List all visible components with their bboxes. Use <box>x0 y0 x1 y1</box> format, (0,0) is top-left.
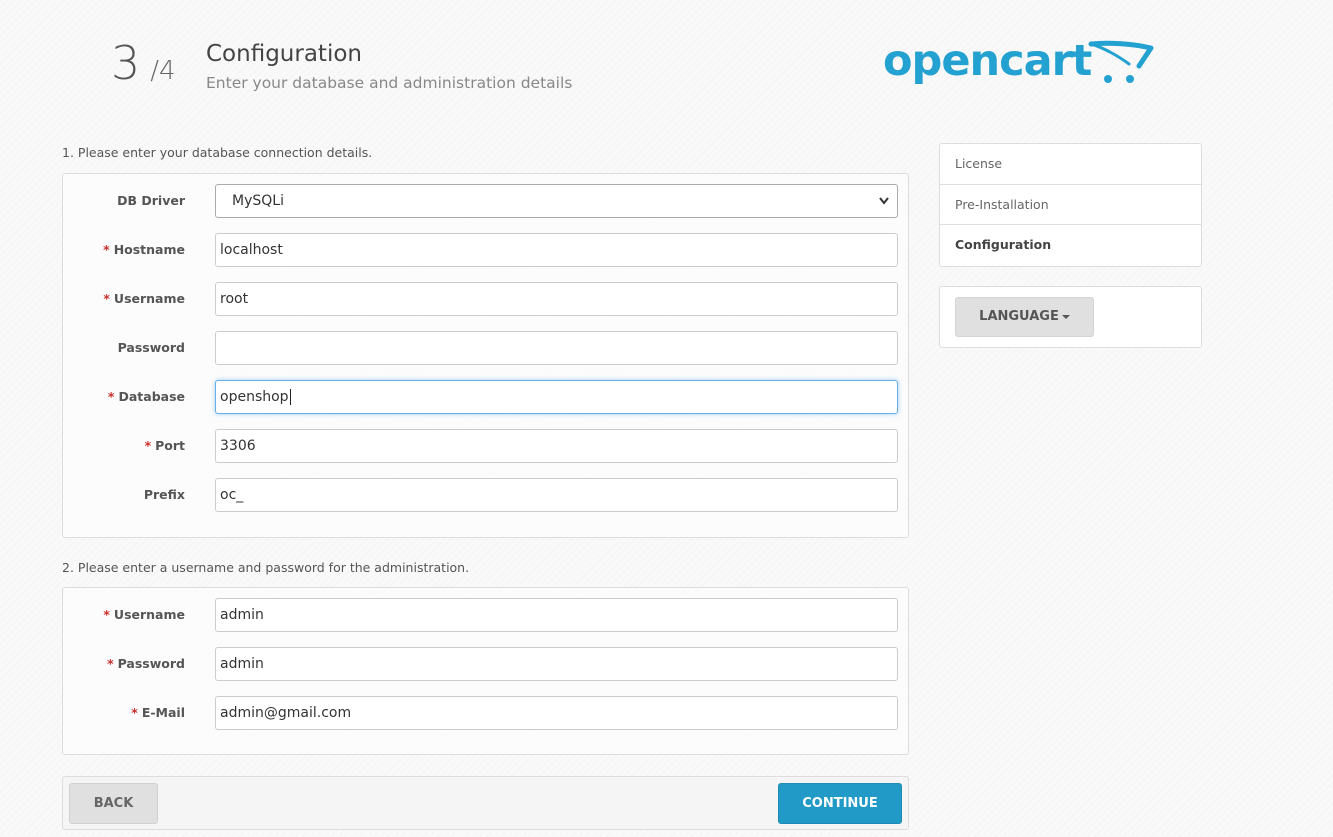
installer-page: 3 /4 Configuration Enter your database a… <box>0 0 1333 837</box>
opencart-logo: opencart <box>883 36 1163 96</box>
install-steps-list: License Pre-Installation Configuration <box>939 143 1202 267</box>
step-license[interactable]: License <box>940 144 1201 185</box>
prefix-label: Prefix <box>143 487 185 502</box>
port-input[interactable]: 3306 <box>215 429 898 463</box>
prefix-input[interactable]: oc_ <box>215 478 898 512</box>
database-row: * Database openshop <box>63 380 908 414</box>
admin-password-label: Password <box>117 656 185 671</box>
caret-down-icon <box>1061 314 1070 319</box>
page-subtitle: Enter your database and administration d… <box>206 73 573 92</box>
database-input[interactable]: openshop <box>215 380 898 414</box>
database-label: Database <box>118 389 185 404</box>
step-total: /4 <box>150 56 176 86</box>
admin-username-label: Username <box>113 607 185 622</box>
admin-username-row: * Username admin <box>63 598 908 632</box>
continue-button[interactable]: CONTINUE <box>778 783 902 824</box>
required-asterisk: * <box>103 291 110 306</box>
required-asterisk: * <box>144 438 152 453</box>
db-password-label: Password <box>117 340 185 355</box>
db-driver-value: MySQLi <box>232 193 284 209</box>
step-pre-installation[interactable]: Pre-Installation <box>940 185 1201 225</box>
port-row: * Port 3306 <box>63 429 908 463</box>
page-heading: Configuration Enter your database and ad… <box>206 41 572 92</box>
hostname-row: * Hostname localhost <box>63 233 908 267</box>
step-configuration[interactable]: Configuration <box>940 225 1201 266</box>
required-asterisk: * <box>107 656 114 671</box>
language-panel: LANGUAGE <box>939 286 1202 348</box>
hostname-input[interactable]: localhost <box>215 233 898 267</box>
admin-username-input[interactable]: admin <box>215 598 898 632</box>
db-password-input[interactable] <box>215 331 898 365</box>
prefix-row: Prefix oc_ <box>63 478 908 512</box>
chevron-down-icon <box>879 185 889 230</box>
admin-fieldset: * Username admin * Password admin * E-Mail … <box>62 587 909 755</box>
db-fieldset: DB Driver MySQLi * Hostname localhost * Us… <box>62 173 909 538</box>
logo-text: opencart <box>883 36 1092 86</box>
step-indicator: 3 /4 <box>111 40 176 86</box>
required-asterisk: * <box>103 607 110 622</box>
button-bar: BACK CONTINUE <box>62 776 909 830</box>
db-driver-row: DB Driver MySQLi <box>63 184 908 218</box>
admin-email-row: * E-Mail admin@gmail.com <box>63 696 908 730</box>
page-title: Configuration <box>206 41 362 67</box>
step-current: 3 <box>111 36 141 90</box>
language-button[interactable]: LANGUAGE <box>955 297 1094 337</box>
admin-password-input[interactable]: admin <box>215 647 898 681</box>
required-asterisk: * <box>107 389 115 404</box>
text-cursor <box>289 389 291 405</box>
database-value: openshop <box>220 389 289 405</box>
admin-password-row: * Password admin <box>63 647 908 681</box>
hostname-label: Hostname <box>113 242 185 257</box>
db-username-label: Username <box>113 291 185 306</box>
db-password-row: Password <box>63 331 908 365</box>
port-label: Port <box>155 438 185 453</box>
admin-email-input[interactable]: admin@gmail.com <box>215 696 898 730</box>
cart-icon <box>1088 40 1154 83</box>
db-section-label: 1. Please enter your database connection… <box>62 145 373 160</box>
db-username-input[interactable]: root <box>215 282 898 316</box>
required-asterisk: * <box>103 242 110 257</box>
admin-section-label: 2. Please enter a username and password … <box>62 560 470 575</box>
db-driver-select[interactable]: MySQLi <box>215 184 898 218</box>
db-driver-label: DB Driver <box>117 193 185 208</box>
db-username-row: * Username root <box>63 282 908 316</box>
required-asterisk: * <box>131 705 138 720</box>
language-button-label: LANGUAGE <box>979 309 1059 324</box>
back-button[interactable]: BACK <box>69 783 158 824</box>
admin-email-label: E-Mail <box>141 705 185 720</box>
